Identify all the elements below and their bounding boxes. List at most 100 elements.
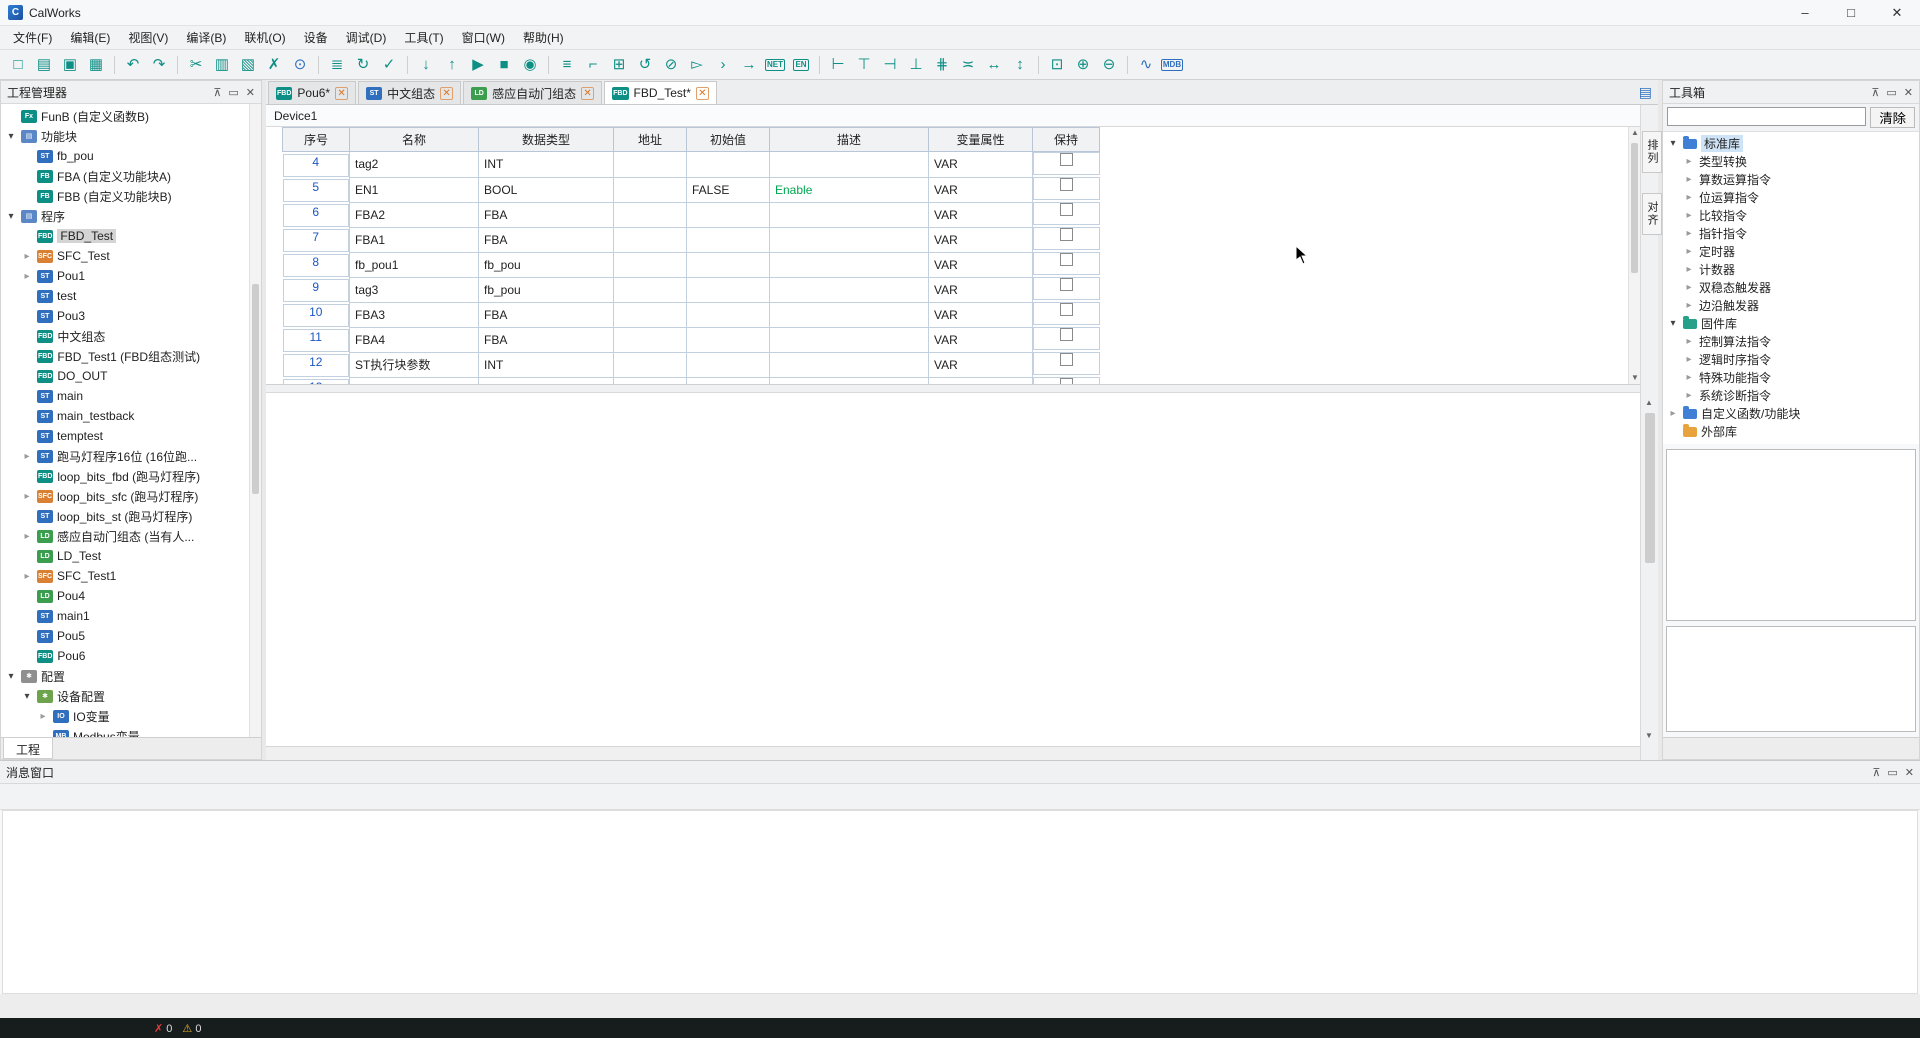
tree-item[interactable]: ▸SFCSFC_Test1 [1,566,261,586]
cell-type[interactable]: FBA [479,302,614,327]
cut-wire-button[interactable]: ⊘ [659,53,683,77]
cell-address[interactable] [614,152,687,178]
pin-icon[interactable]: ⊼ [1871,86,1879,99]
tree-item[interactable]: STmain1 [1,606,261,626]
find-button[interactable]: ⊙ [288,53,312,77]
scroll-up-icon[interactable]: ▲ [1629,127,1640,139]
expand-arrow-icon[interactable]: ▾ [5,131,17,142]
expand-arrow-icon[interactable]: ▸ [21,571,33,582]
cell-type[interactable]: PIDA [479,377,614,385]
tree-item[interactable]: FBDDO_OUT [1,366,261,386]
tree-item[interactable]: ▾✱配置 [1,666,261,686]
align-left-button[interactable]: ⊢ [826,53,850,77]
expand-arrow-icon[interactable]: ▸ [1683,174,1695,185]
retain-checkbox[interactable] [1060,328,1073,341]
expand-arrow-icon[interactable]: ▸ [21,531,33,542]
align-bottom-button[interactable]: ⊥ [904,53,928,77]
expand-arrow-icon[interactable]: ▾ [1667,138,1679,149]
side-tab-2[interactable]: 对齐 [1642,193,1662,235]
monitor-button[interactable]: ◉ [518,53,542,77]
pin-icon[interactable]: ⊼ [213,86,221,99]
tree-item[interactable]: ▸位运算指令 [1663,188,1919,206]
retain-checkbox[interactable] [1060,178,1073,191]
tree-item[interactable]: ▸计数器 [1663,260,1919,278]
cell-name[interactable]: fb_pou1 [350,252,479,277]
tree-item[interactable]: ▸STPou1 [1,266,261,286]
tree-item[interactable]: STmain [1,386,261,406]
expand-arrow-icon[interactable]: ▸ [21,491,33,502]
save-button[interactable]: ▣ [58,53,82,77]
contact-button[interactable]: › [711,53,735,77]
cell-desc[interactable] [770,352,929,377]
cell-name[interactable]: FBA3 [350,302,479,327]
cell-name[interactable]: FBA4 [350,327,479,352]
menu-item[interactable]: 调试(D) [337,26,396,49]
cell-desc[interactable] [770,227,929,252]
tree-item[interactable]: ▸系统诊断指令 [1663,386,1919,404]
scroll-down-icon[interactable]: ▼ [1643,730,1655,742]
tree-item[interactable]: ▸IOIO变量 [1,706,261,726]
cell-name[interactable]: FBA1 [350,227,479,252]
download-button[interactable]: ↓ [414,53,438,77]
column-header[interactable]: 保持 [1033,128,1100,152]
cell-attr[interactable]: VAR [929,177,1033,202]
project-tree-scrollbar[interactable] [249,104,261,737]
tree-item[interactable]: 外部库 [1663,422,1919,440]
expand-arrow-icon[interactable]: ▸ [1683,300,1695,311]
expand-arrow-icon[interactable]: ▸ [1683,156,1695,167]
tree-item[interactable]: STmain_testback [1,406,261,426]
cell-address[interactable] [614,377,687,385]
cell-attr[interactable]: VAR [929,152,1033,178]
tree-item[interactable]: ▸双稳态触发器 [1663,278,1919,296]
side-tab-1[interactable]: 排列 [1642,131,1662,173]
tree-item[interactable]: ▸特殊功能指令 [1663,368,1919,386]
menu-item[interactable]: 编译(B) [177,26,235,49]
tree-item[interactable]: FBDPou6 [1,646,261,666]
column-header[interactable]: 描述 [770,128,929,152]
cell-type[interactable]: fb_pou [479,277,614,302]
tree-item[interactable]: FBD中文组态 [1,326,261,346]
document-tab[interactable]: FBDPou6*✕ [268,81,356,104]
menu-item[interactable]: 窗口(W) [453,26,514,49]
toolbox-search-input[interactable] [1667,107,1866,126]
tree-item[interactable]: ▸SFCloop_bits_sfc (跑马灯程序) [1,486,261,506]
tree-item[interactable]: ▸定时器 [1663,242,1919,260]
table-row[interactable]: 4tag2INTVAR [283,152,1100,178]
upload-button[interactable]: ↑ [440,53,464,77]
tree-item[interactable]: ▸指针指令 [1663,224,1919,242]
cell-init[interactable] [687,352,770,377]
cell-address[interactable] [614,227,687,252]
tree-item[interactable]: STfb_pou [1,146,261,166]
tree-item[interactable]: STtemptest [1,426,261,446]
tree-item[interactable]: STloop_bits_st (跑马灯程序) [1,506,261,526]
paste-button[interactable]: ▧ [236,53,260,77]
cell-type[interactable]: FBA [479,202,614,227]
table-row[interactable]: 8fb_pou1fb_pouVAR [283,252,1100,277]
cell-address[interactable] [614,277,687,302]
float-icon[interactable]: ▭ [228,86,238,99]
cell-attr[interactable]: VAR [929,252,1033,277]
zoom-region-button[interactable]: ⊡ [1045,53,1069,77]
retain-checkbox[interactable] [1060,303,1073,316]
open-button[interactable]: ▤ [32,53,56,77]
tree-item[interactable]: ▸ST跑马灯程序16位 (16位跑... [1,446,261,466]
cell-desc[interactable]: Enable [770,177,929,202]
rebuild-button[interactable]: ↻ [351,53,375,77]
toolbox-clear-button[interactable]: 清除 [1870,107,1915,128]
expand-arrow-icon[interactable]: ▸ [1683,192,1695,203]
cell-name[interactable]: ST执行块参数 [350,352,479,377]
zoom-out-button[interactable]: ⊖ [1097,53,1121,77]
menu-item[interactable]: 设备 [295,26,337,49]
menu-item[interactable]: 联机(O) [235,26,294,49]
cell-type[interactable]: BOOL [479,177,614,202]
tree-item[interactable]: ▸类型转换 [1663,152,1919,170]
table-row[interactable]: 6FBA2FBAVAR [283,202,1100,227]
close-icon[interactable]: ✕ [246,86,255,99]
cell-address[interactable] [614,202,687,227]
menu-item[interactable]: 文件(F) [4,26,61,49]
cell-address[interactable] [614,327,687,352]
en-pin-button[interactable]: EN [789,53,813,77]
cell-type[interactable]: FBA [479,327,614,352]
tree-item[interactable]: ▸LD感应自动门组态 (当有人... [1,526,261,546]
cell-init[interactable] [687,327,770,352]
